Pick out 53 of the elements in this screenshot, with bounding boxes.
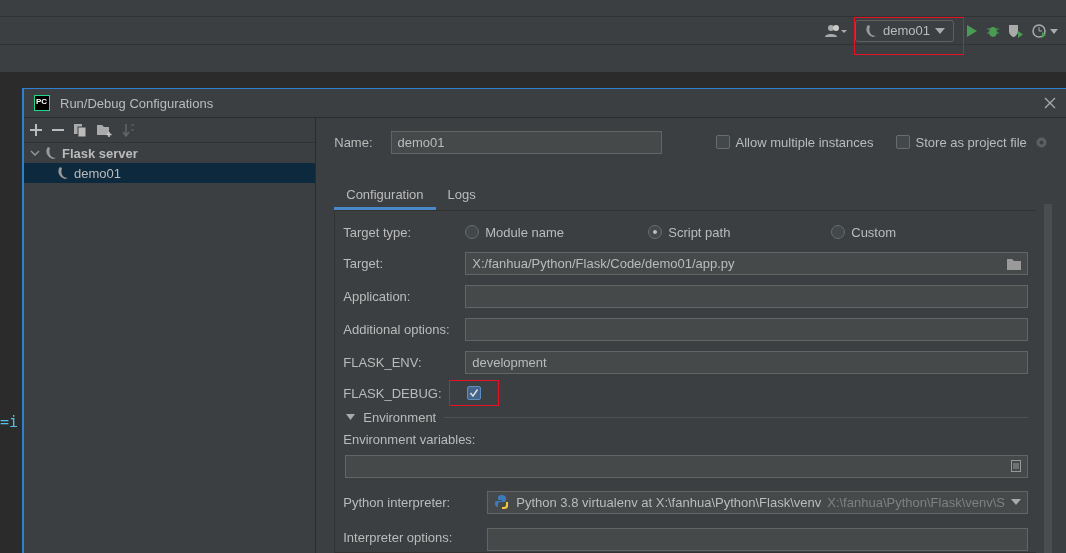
- text-field[interactable]: [465, 318, 1028, 341]
- field-label: FLASK_ENV:: [343, 355, 423, 370]
- text-field[interactable]: X:/fanhua/Python/Flask/Code/demo01/app.py: [465, 252, 1028, 275]
- radio-option[interactable]: Module name: [465, 224, 649, 240]
- radio-option[interactable]: Script path: [648, 224, 832, 240]
- field-label: Environment variables:: [343, 431, 476, 447]
- tree-label: Flask server: [62, 145, 138, 161]
- text-field[interactable]: development: [465, 351, 1028, 374]
- run-icon[interactable]: [966, 23, 978, 38]
- text-field[interactable]: [465, 285, 1028, 308]
- python-icon: [494, 494, 511, 510]
- field-label: Target type:: [343, 224, 413, 240]
- profiler-icon[interactable]: [1032, 23, 1058, 38]
- document-icon[interactable]: [1011, 460, 1021, 472]
- window-title: Run/Debug Configurations: [60, 95, 215, 111]
- checkbox-option[interactable]: Store as project file: [895, 134, 1027, 150]
- field-label: Interpreter options:: [343, 529, 454, 545]
- chevron-down-icon[interactable]: [30, 148, 40, 158]
- radio-option[interactable]: Custom: [831, 224, 932, 240]
- env-variables-field[interactable]: [345, 454, 1028, 478]
- app-logo: PC: [34, 95, 50, 111]
- field-label: Python interpreter:: [343, 494, 452, 510]
- users-icon[interactable]: [825, 23, 847, 38]
- flask-icon: [44, 146, 58, 160]
- checkbox-option[interactable]: Allow multiple instances: [715, 134, 874, 150]
- tab[interactable]: Logs: [435, 182, 488, 210]
- tree-item[interactable]: Flask server: [24, 143, 316, 163]
- folder-icon[interactable]: [1007, 257, 1021, 270]
- caret-down-icon[interactable]: [346, 414, 356, 420]
- close-icon[interactable]: [1044, 97, 1056, 109]
- section-title: Environment: [363, 409, 437, 425]
- new-folder-icon[interactable]: [97, 123, 112, 137]
- code-text: =i: [0, 413, 19, 431]
- checkbox[interactable]: [467, 386, 482, 400]
- field-label: Name:: [334, 134, 373, 150]
- tab[interactable]: Configuration: [334, 182, 436, 210]
- flask-icon: [56, 166, 70, 180]
- add-icon[interactable]: [30, 124, 42, 136]
- field-label: Target:: [343, 256, 384, 271]
- run-config-selector[interactable]: demo01: [855, 19, 954, 42]
- field-label: FLASK_DEBUG:: [343, 385, 443, 401]
- name-field[interactable]: demo01: [390, 130, 662, 154]
- field-label: Additional options:: [343, 322, 451, 337]
- shield-icon[interactable]: [1008, 23, 1024, 38]
- caret-down-icon[interactable]: [1011, 499, 1021, 505]
- flask-icon: [864, 23, 878, 38]
- caret-down-icon[interactable]: [935, 27, 945, 34]
- tree-item[interactable]: demo01: [24, 163, 316, 183]
- field-label: Application:: [343, 289, 412, 304]
- text-field[interactable]: [487, 528, 1028, 551]
- tree-label: demo01: [74, 165, 121, 181]
- interpreter-dropdown[interactable]: Python 3.8 virtualenv at X:\fanhua\Python\Flask\venv X:\fanhua\Python\Flask\venv\S: [487, 490, 1028, 514]
- copy-icon[interactable]: [74, 123, 87, 137]
